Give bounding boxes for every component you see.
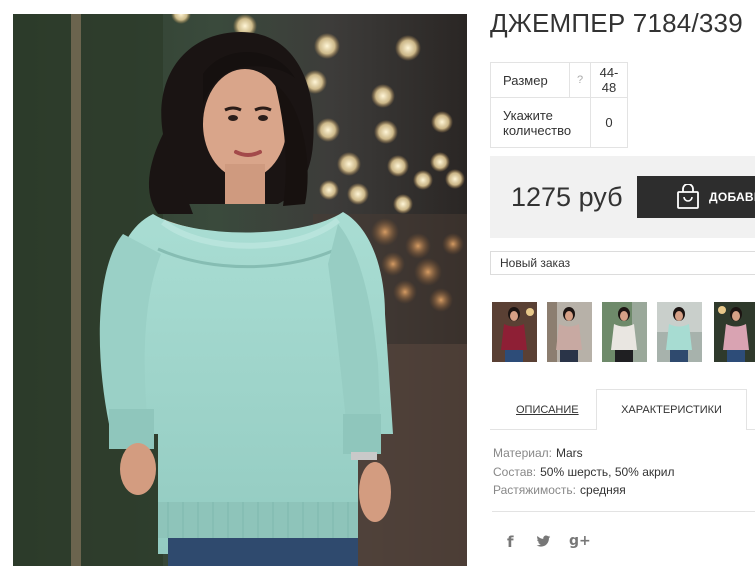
size-label: Размер: [490, 62, 570, 98]
google-plus-icon[interactable]: g+: [569, 533, 591, 549]
add-to-cart-label: ДОБАВИТЬ: [709, 190, 755, 204]
property-value: средняя: [580, 483, 626, 497]
add-to-cart-button[interactable]: ДОБАВИТЬ: [637, 176, 755, 218]
shopping-bag-icon: [677, 184, 699, 209]
size-value[interactable]: 44-48: [590, 62, 628, 98]
facebook-icon[interactable]: f: [507, 533, 514, 551]
property-value: 50% шерсть, 50% акрил: [540, 464, 675, 479]
thumb-burgundy[interactable]: [492, 302, 537, 362]
thumb-pink[interactable]: [714, 302, 755, 362]
property-value: Mars: [555, 446, 583, 460]
product-options-table: Размер ? 44-48 Укажите количество 0: [490, 62, 628, 148]
quantity-label-line2: количество: [503, 122, 572, 138]
thumb-white[interactable]: [602, 302, 647, 362]
tab-description[interactable]: ОПИСАНИЕ: [516, 404, 579, 416]
twitter-icon[interactable]: [536, 535, 551, 548]
property-row-material: Материал: Mars: [493, 444, 675, 463]
size-help-icon[interactable]: ?: [569, 62, 591, 98]
tabs-underline: [490, 429, 755, 430]
quantity-label-line1: Укажите: [503, 107, 553, 123]
price: 1275 руб: [511, 182, 623, 212]
order-select[interactable]: Новый заказ: [490, 251, 755, 275]
product-tabs: ОПИСАНИЕ ХАРАКТЕРИСТИКИ: [490, 388, 755, 430]
product-title: ДЖЕМПЕР 7184/339: [490, 8, 743, 38]
thumb-mint[interactable]: [657, 302, 702, 362]
divider: [492, 511, 755, 512]
tab-characteristics[interactable]: ХАРАКТЕРИСТИКИ: [596, 389, 747, 430]
property-key: Состав:: [493, 464, 537, 479]
characteristics-list: Материал: Mars Состав: 50% шерсть, 50% акр…: [493, 444, 675, 500]
quantity-label: Укажите количество: [490, 97, 591, 148]
model-photo-illustration: [13, 14, 467, 566]
order-select-value: Новый заказ: [500, 256, 571, 270]
thumb-beige[interactable]: [547, 302, 592, 362]
buy-box: 1275 руб ДОБАВИТЬ: [490, 156, 755, 238]
quantity-input[interactable]: 0: [590, 97, 628, 148]
property-row-stretch: Растяжимость: средняя: [493, 481, 675, 500]
property-key: Материал:: [493, 446, 552, 460]
product-main-photo[interactable]: [13, 14, 467, 566]
property-key: Растяжимость:: [493, 483, 577, 497]
property-row-composition: Состав: 50% шерсть, 50% акрил: [493, 463, 675, 482]
